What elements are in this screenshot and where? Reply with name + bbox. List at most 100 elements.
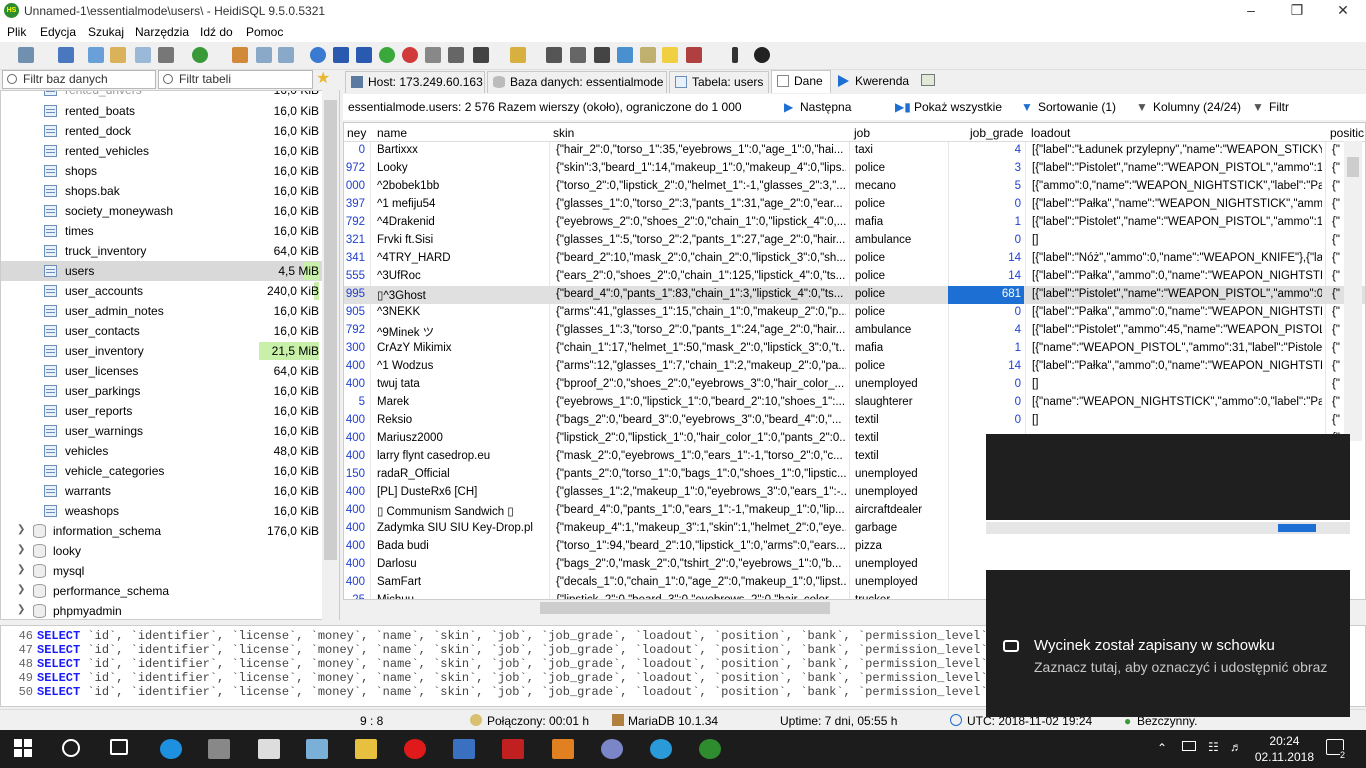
cancel-icon[interactable]	[448, 47, 464, 63]
tree-table-user-admin-notes[interactable]: user_admin_notes 16,0 KiB	[1, 301, 323, 321]
snip-preview-image[interactable]	[986, 520, 1350, 570]
cell-job[interactable]: textil	[855, 414, 945, 426]
show-all-button[interactable]: Pokaż wszystkie	[914, 100, 1002, 114]
cell-job[interactable]: mafia	[855, 216, 945, 228]
cell-loadout[interactable]: [{"label":"Pałka","name":"WEAPON_NIGHTST…	[1032, 198, 1322, 210]
cell-job-grade[interactable]: 4	[950, 324, 1021, 336]
sorting-button[interactable]: Sortowanie (1)	[1038, 100, 1116, 114]
volume-icon[interactable]: ♬	[1230, 740, 1242, 754]
cell-name[interactable]: ^1 Wodzus	[377, 360, 547, 372]
expand-chevron-icon[interactable]: ❯	[17, 524, 25, 535]
cell-job-grade[interactable]: 14	[950, 270, 1021, 282]
cell-job[interactable]: garbage	[855, 522, 945, 534]
expand-chevron-icon[interactable]: ❯	[17, 584, 25, 595]
tree-table-rented-vehicles[interactable]: rented_vehicles 16,0 KiB	[1, 141, 323, 161]
cell-money[interactable]: 400	[344, 360, 365, 372]
edge-icon[interactable]	[160, 739, 182, 759]
minimize-button[interactable]: –	[1228, 0, 1274, 22]
cell-name[interactable]: ^2bobek1bb	[377, 180, 547, 192]
cell-job-grade[interactable]: 0	[950, 234, 1021, 246]
cell-loadout[interactable]: [{"ammo":0,"name":"WEAPON_NIGHTSTICK","l…	[1032, 180, 1322, 192]
cell-loadout[interactable]: []	[1032, 234, 1322, 246]
close-window-button[interactable]: ✕	[1320, 0, 1366, 22]
table-row[interactable]: 341 ^4TRY_HARD {"beard_2":10,"mask_2":0,"c…	[344, 250, 1365, 268]
cell-skin[interactable]: {"hair_2":0,"torso_1":35,"eyebrows_1":0,…	[556, 144, 846, 156]
last-record-icon[interactable]	[356, 47, 372, 63]
expand-chevron-icon[interactable]: ❯	[17, 544, 25, 555]
cell-skin[interactable]: {"decals_1":0,"chain_1":0,"age_2":0,"mak…	[556, 576, 846, 588]
cell-skin[interactable]: {"skin":3,"beard_1":14,"makeup_1":0,"mak…	[556, 162, 846, 174]
cell-name[interactable]: ^4Drakenid	[377, 216, 547, 228]
tree-table-user-warnings[interactable]: user_warnings 16,0 KiB	[1, 421, 323, 441]
table-row[interactable]: 321 Frvki ft.Sisi {"glasses_1":5,"torso_2"…	[344, 232, 1365, 250]
cell-job[interactable]: taxi	[855, 144, 945, 156]
grid-vertical-scrollbar[interactable]	[1344, 141, 1362, 441]
cell-name[interactable]: Frvki ft.Sisi	[377, 234, 547, 246]
table-row[interactable]: 400 twuj tata {"bproof_2":0,"shoes_2":0,"e…	[344, 376, 1365, 394]
cell-name[interactable]: Mariusz2000	[377, 432, 547, 444]
disconnect-icon[interactable]	[58, 47, 74, 63]
tree-database-information-schema[interactable]: ❯ information_schema 176,0 KiB	[1, 521, 323, 541]
cell-money[interactable]: 792	[344, 216, 365, 228]
cell-name[interactable]: ^3NEKK	[377, 306, 547, 318]
cell-name[interactable]: [PL] DusteRx6 [CH]	[377, 486, 547, 498]
cell-skin[interactable]: {"bproof_2":0,"shoes_2":0,"eyebrows_3":0…	[556, 378, 846, 390]
cell-money[interactable]: 000	[344, 180, 365, 192]
cell-job[interactable]: pizza	[855, 540, 945, 552]
table-row[interactable]: 555 ^3UfRoc {"ears_2":0,"shoes_2":0,"chain…	[344, 268, 1365, 286]
cell-name[interactable]: Zadymka SIU SIU Key-Drop.pl	[377, 522, 547, 534]
cell-money[interactable]: 400	[344, 558, 365, 570]
start-windows-icon[interactable]	[14, 739, 32, 757]
cell-money[interactable]: 5	[344, 396, 365, 408]
cell-job[interactable]: police	[855, 198, 945, 210]
menu-pomoc[interactable]: Pomoc	[246, 25, 283, 39]
delete-record-icon[interactable]	[402, 47, 418, 63]
table-row[interactable]: 905 ^3NEKK {"arms":41,"glasses_1":15,"chai…	[344, 304, 1365, 322]
columns-button[interactable]: Kolumny (24/24)	[1153, 100, 1241, 114]
table-row[interactable]: 300 CrAzY Mikimix {"chain_1":17,"helmet_1"…	[344, 340, 1365, 358]
cell-job-grade[interactable]: 0	[950, 198, 1021, 210]
cell-job[interactable]: ambulance	[855, 234, 945, 246]
save-file-icon[interactable]	[570, 47, 586, 63]
filter-button[interactable]: Filtr	[1269, 100, 1289, 114]
cell-skin[interactable]: {"glasses_1":3,"torso_2":0,"pants_1":24,…	[556, 324, 846, 336]
tab-table[interactable]: Tabela: users	[669, 71, 769, 93]
tree-table-rented-boats[interactable]: rented_boats 16,0 KiB	[1, 101, 323, 121]
cell-loadout[interactable]: [{"label":"Pistolet","ammo":45,"name":"W…	[1032, 324, 1322, 336]
app-icon[interactable]	[306, 739, 328, 759]
cell-money[interactable]: 321	[344, 234, 365, 246]
cell-money[interactable]: 400	[344, 504, 365, 516]
snip-notification[interactable]: Wycinek został zapisany w schowku Zaznac…	[986, 434, 1350, 717]
cell-job[interactable]: unemployed	[855, 468, 945, 480]
tree-table-truck-inventory[interactable]: truck_inventory 64,0 KiB	[1, 241, 323, 261]
tree-table-rented-dock[interactable]: rented_dock 16,0 KiB	[1, 121, 323, 141]
battery-icon[interactable]	[1182, 741, 1196, 751]
cell-money[interactable]: 150	[344, 468, 365, 480]
tree-table-vehicles[interactable]: vehicles 48,0 KiB	[1, 441, 323, 461]
tree-database-mysql[interactable]: ❯ mysql	[1, 561, 323, 581]
cell-job-grade[interactable]: 14	[950, 360, 1021, 372]
menu-narzedzia[interactable]: Narzędzia	[135, 25, 189, 39]
column-header-loadout[interactable]: loadout	[1031, 126, 1070, 140]
cell-job[interactable]: unemployed	[855, 576, 945, 588]
cell-name[interactable]: radaR_Official	[377, 468, 547, 480]
cell-money[interactable]: 400	[344, 432, 365, 444]
cell-loadout[interactable]: []	[1032, 378, 1322, 390]
next-button[interactable]: Następna	[800, 100, 851, 114]
cell-money[interactable]: 995	[344, 288, 365, 300]
cell-money[interactable]: 400	[344, 486, 365, 498]
tab-host[interactable]: Host: 173.249.60.163	[345, 71, 485, 93]
cell-money[interactable]: 400	[344, 378, 365, 390]
tab-data[interactable]: Dane	[771, 70, 831, 93]
column-header-job[interactable]: job	[854, 126, 870, 140]
cell-skin[interactable]: {"beard_4":0,"pants_1":0,"ears_1":-1,"ma…	[556, 504, 846, 516]
menu-idz-do[interactable]: Idź do	[200, 25, 233, 39]
cell-job[interactable]: police	[855, 288, 945, 300]
cell-money[interactable]: 555	[344, 270, 365, 282]
cell-skin[interactable]: {"eyebrows_2":0,"shoes_2":0,"chain_1":0,…	[556, 216, 846, 228]
cell-job[interactable]: unemployed	[855, 558, 945, 570]
tree-table-shops[interactable]: shops 16,0 KiB	[1, 161, 323, 181]
tree-table-user-contacts[interactable]: user_contacts 16,0 KiB	[1, 321, 323, 341]
cell-job-grade[interactable]: 3	[950, 162, 1021, 174]
cell-name[interactable]: ^3UfRoc	[377, 270, 547, 282]
